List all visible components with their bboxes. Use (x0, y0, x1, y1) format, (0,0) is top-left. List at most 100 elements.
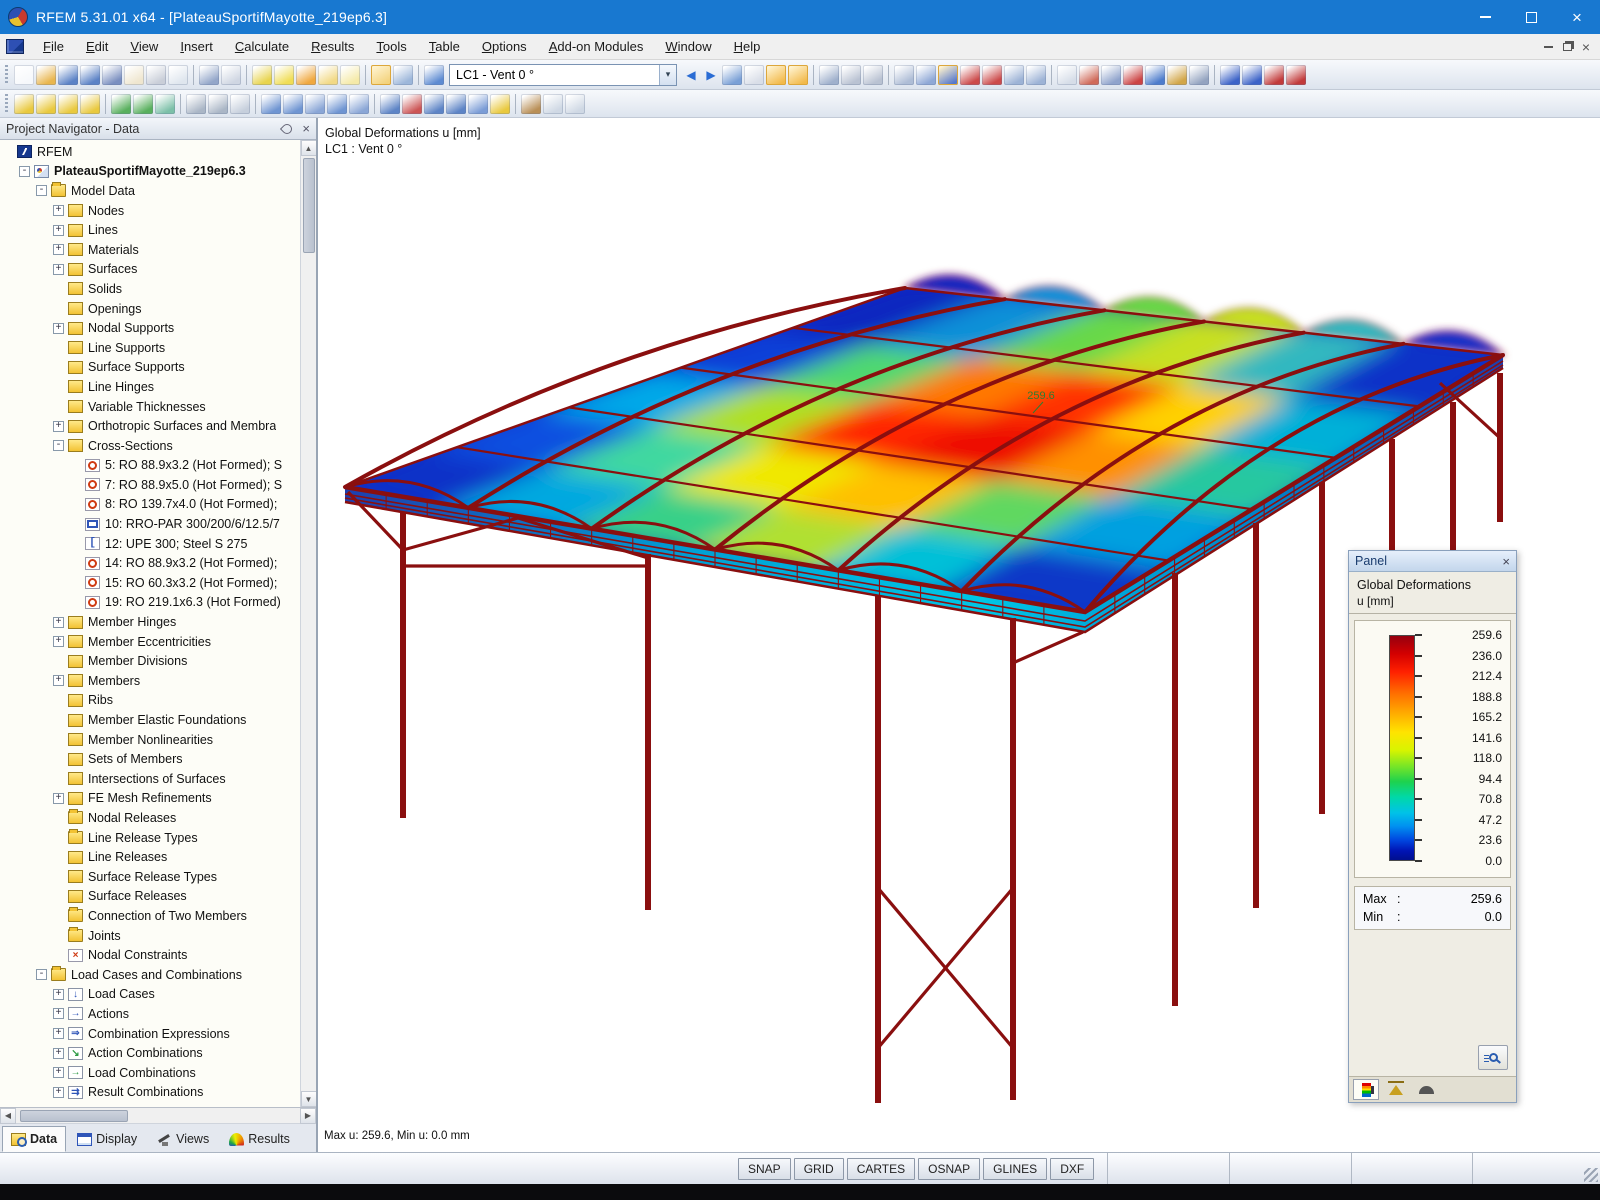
tree-item[interactable]: FE Mesh Refinements (0, 789, 300, 809)
tree-item[interactable]: Model Data (0, 181, 300, 201)
selection-pointer-icon[interactable] (1057, 64, 1077, 85)
tree-item[interactable]: Load Cases and Combinations (0, 965, 300, 985)
tree-item[interactable]: Result Combinations (0, 1083, 300, 1103)
tree-expander[interactable] (53, 263, 64, 275)
color-scale-tab[interactable] (1353, 1079, 1379, 1100)
pick-object-icon[interactable] (318, 64, 338, 85)
tree-item[interactable]: Solids (0, 279, 300, 299)
new-comment-icon[interactable] (340, 64, 360, 85)
tree-expander[interactable] (53, 792, 64, 804)
navigator-tab[interactable]: Views (148, 1126, 218, 1152)
tree-item[interactable]: Load Combinations (0, 1063, 300, 1083)
new-set-of-members-icon[interactable] (133, 93, 153, 114)
show-values-icon[interactable] (766, 64, 786, 85)
tree-item[interactable]: Member Hinges (0, 612, 300, 632)
divide-line-icon[interactable] (402, 93, 422, 114)
spreadsheet-view-icon[interactable] (393, 64, 413, 85)
menu-item[interactable]: Table (418, 35, 471, 58)
tree-vertical-scrollbar[interactable]: ▲ ▼ (300, 140, 316, 1107)
tree-item[interactable]: Line Supports (0, 338, 300, 358)
tree-item[interactable]: Line Releases (0, 847, 300, 867)
menu-item[interactable]: View (119, 35, 169, 58)
menu-item[interactable]: Insert (169, 35, 224, 58)
mdi-close-icon[interactable]: × (1582, 39, 1590, 55)
tree-expander[interactable] (53, 244, 64, 256)
menu-item[interactable]: Results (300, 35, 365, 58)
tree-item[interactable]: Member Divisions (0, 651, 300, 671)
show-diagrams-icon[interactable] (788, 64, 808, 85)
tree-expander[interactable] (53, 420, 64, 432)
maximize-button[interactable] (1508, 0, 1554, 34)
scroll-right-icon[interactable]: ▶ (300, 1107, 316, 1124)
new-line-support-icon[interactable] (349, 93, 369, 114)
visibility-icon[interactable] (1026, 64, 1046, 85)
rotate-view-icon[interactable] (1079, 64, 1099, 85)
tree-expander[interactable] (53, 1067, 64, 1079)
tree-item[interactable]: 12: UPE 300; Steel S 275 (0, 534, 300, 554)
toolbar-grip[interactable] (5, 64, 8, 85)
menu-item[interactable]: Help (723, 35, 772, 58)
toolbar-grip[interactable] (5, 93, 8, 114)
close-button[interactable]: × (1554, 0, 1600, 34)
grid-points-icon[interactable] (1004, 64, 1024, 85)
tree-expander[interactable] (19, 165, 30, 177)
tree-expander[interactable] (53, 1028, 64, 1040)
tree-item[interactable]: 15: RO 60.3x3.2 (Hot Formed); (0, 573, 300, 593)
select-window-icon[interactable] (230, 93, 250, 114)
menu-item[interactable]: Calculate (224, 35, 300, 58)
status-toggle-button[interactable]: GRID (793, 1157, 844, 1180)
minimize-button[interactable] (1462, 0, 1508, 34)
delete-results-icon[interactable] (1123, 64, 1143, 85)
load-case-selector[interactable]: LC1 - Vent 0 ° ▾ (449, 63, 677, 86)
tree-item[interactable]: Nodal Supports (0, 318, 300, 338)
results-display-icon[interactable] (982, 64, 1002, 85)
scroll-down-icon[interactable]: ▼ (300, 1091, 316, 1107)
toolbar-separator[interactable] (105, 93, 106, 114)
history-icon[interactable] (1167, 64, 1187, 85)
toolbar-separator[interactable] (365, 64, 366, 85)
mdi-minimize-icon[interactable] (1543, 45, 1553, 48)
new-arc-icon[interactable] (58, 93, 78, 114)
toolbar-separator[interactable] (418, 64, 419, 85)
tree-item[interactable]: Line Release Types (0, 828, 300, 848)
status-toggle-button[interactable]: DXF (1050, 1157, 1095, 1180)
print-icon[interactable] (146, 64, 166, 85)
zoom-region-icon[interactable] (274, 64, 294, 85)
tree-item[interactable]: Nodal Constraints (0, 945, 300, 965)
tree-item[interactable]: Orthotropic Surfaces and Membra (0, 416, 300, 436)
tree-item[interactable]: Member Elastic Foundations (0, 710, 300, 730)
edit-object-icon[interactable] (252, 64, 272, 85)
scrollbar-thumb[interactable] (302, 158, 315, 253)
tree-item[interactable]: Action Combinations (0, 1043, 300, 1063)
tree-expander[interactable] (53, 224, 64, 236)
result-table1-icon[interactable] (841, 64, 861, 85)
tree-expander[interactable] (36, 185, 47, 197)
result-table2-icon[interactable] (863, 64, 883, 85)
redo-icon[interactable] (221, 64, 241, 85)
panel-toggle-icon[interactable] (1220, 64, 1240, 85)
scroll-left-icon[interactable]: ◀ (0, 1107, 16, 1124)
print-preview-icon[interactable] (168, 64, 188, 85)
filter-tab[interactable] (1413, 1079, 1439, 1100)
mirror-view-icon[interactable] (1101, 64, 1121, 85)
new-file-icon[interactable] (14, 64, 34, 85)
check-model-icon[interactable] (960, 64, 980, 85)
tree-item[interactable]: 10: RRO-PAR 300/200/6/12.5/7 (0, 514, 300, 534)
tree-expander[interactable] (53, 988, 64, 1000)
tree-item[interactable]: 7: RO 88.9x5.0 (Hot Formed); S (0, 475, 300, 495)
panel-search-button[interactable] (1478, 1045, 1508, 1070)
tree-item[interactable]: Combination Expressions (0, 1024, 300, 1044)
tree-expander[interactable] (53, 1047, 64, 1059)
tree-item[interactable]: Connection of Two Members (0, 906, 300, 926)
tree-item[interactable]: Surfaces (0, 260, 300, 280)
tree-item[interactable]: 19: RO 219.1x6.3 (Hot Formed) (0, 593, 300, 613)
zoom-out-icon[interactable] (565, 93, 585, 114)
new-load-icon[interactable] (468, 93, 488, 114)
save-icon[interactable] (102, 64, 122, 85)
tree-item[interactable]: Surface Supports (0, 358, 300, 378)
menu-item[interactable]: Edit (75, 35, 119, 58)
tree-item[interactable]: Cross-Sections (0, 436, 300, 456)
tree-item[interactable]: Members (0, 671, 300, 691)
tree-item[interactable]: RFEM (0, 142, 300, 162)
generated-load-icon[interactable] (490, 93, 510, 114)
